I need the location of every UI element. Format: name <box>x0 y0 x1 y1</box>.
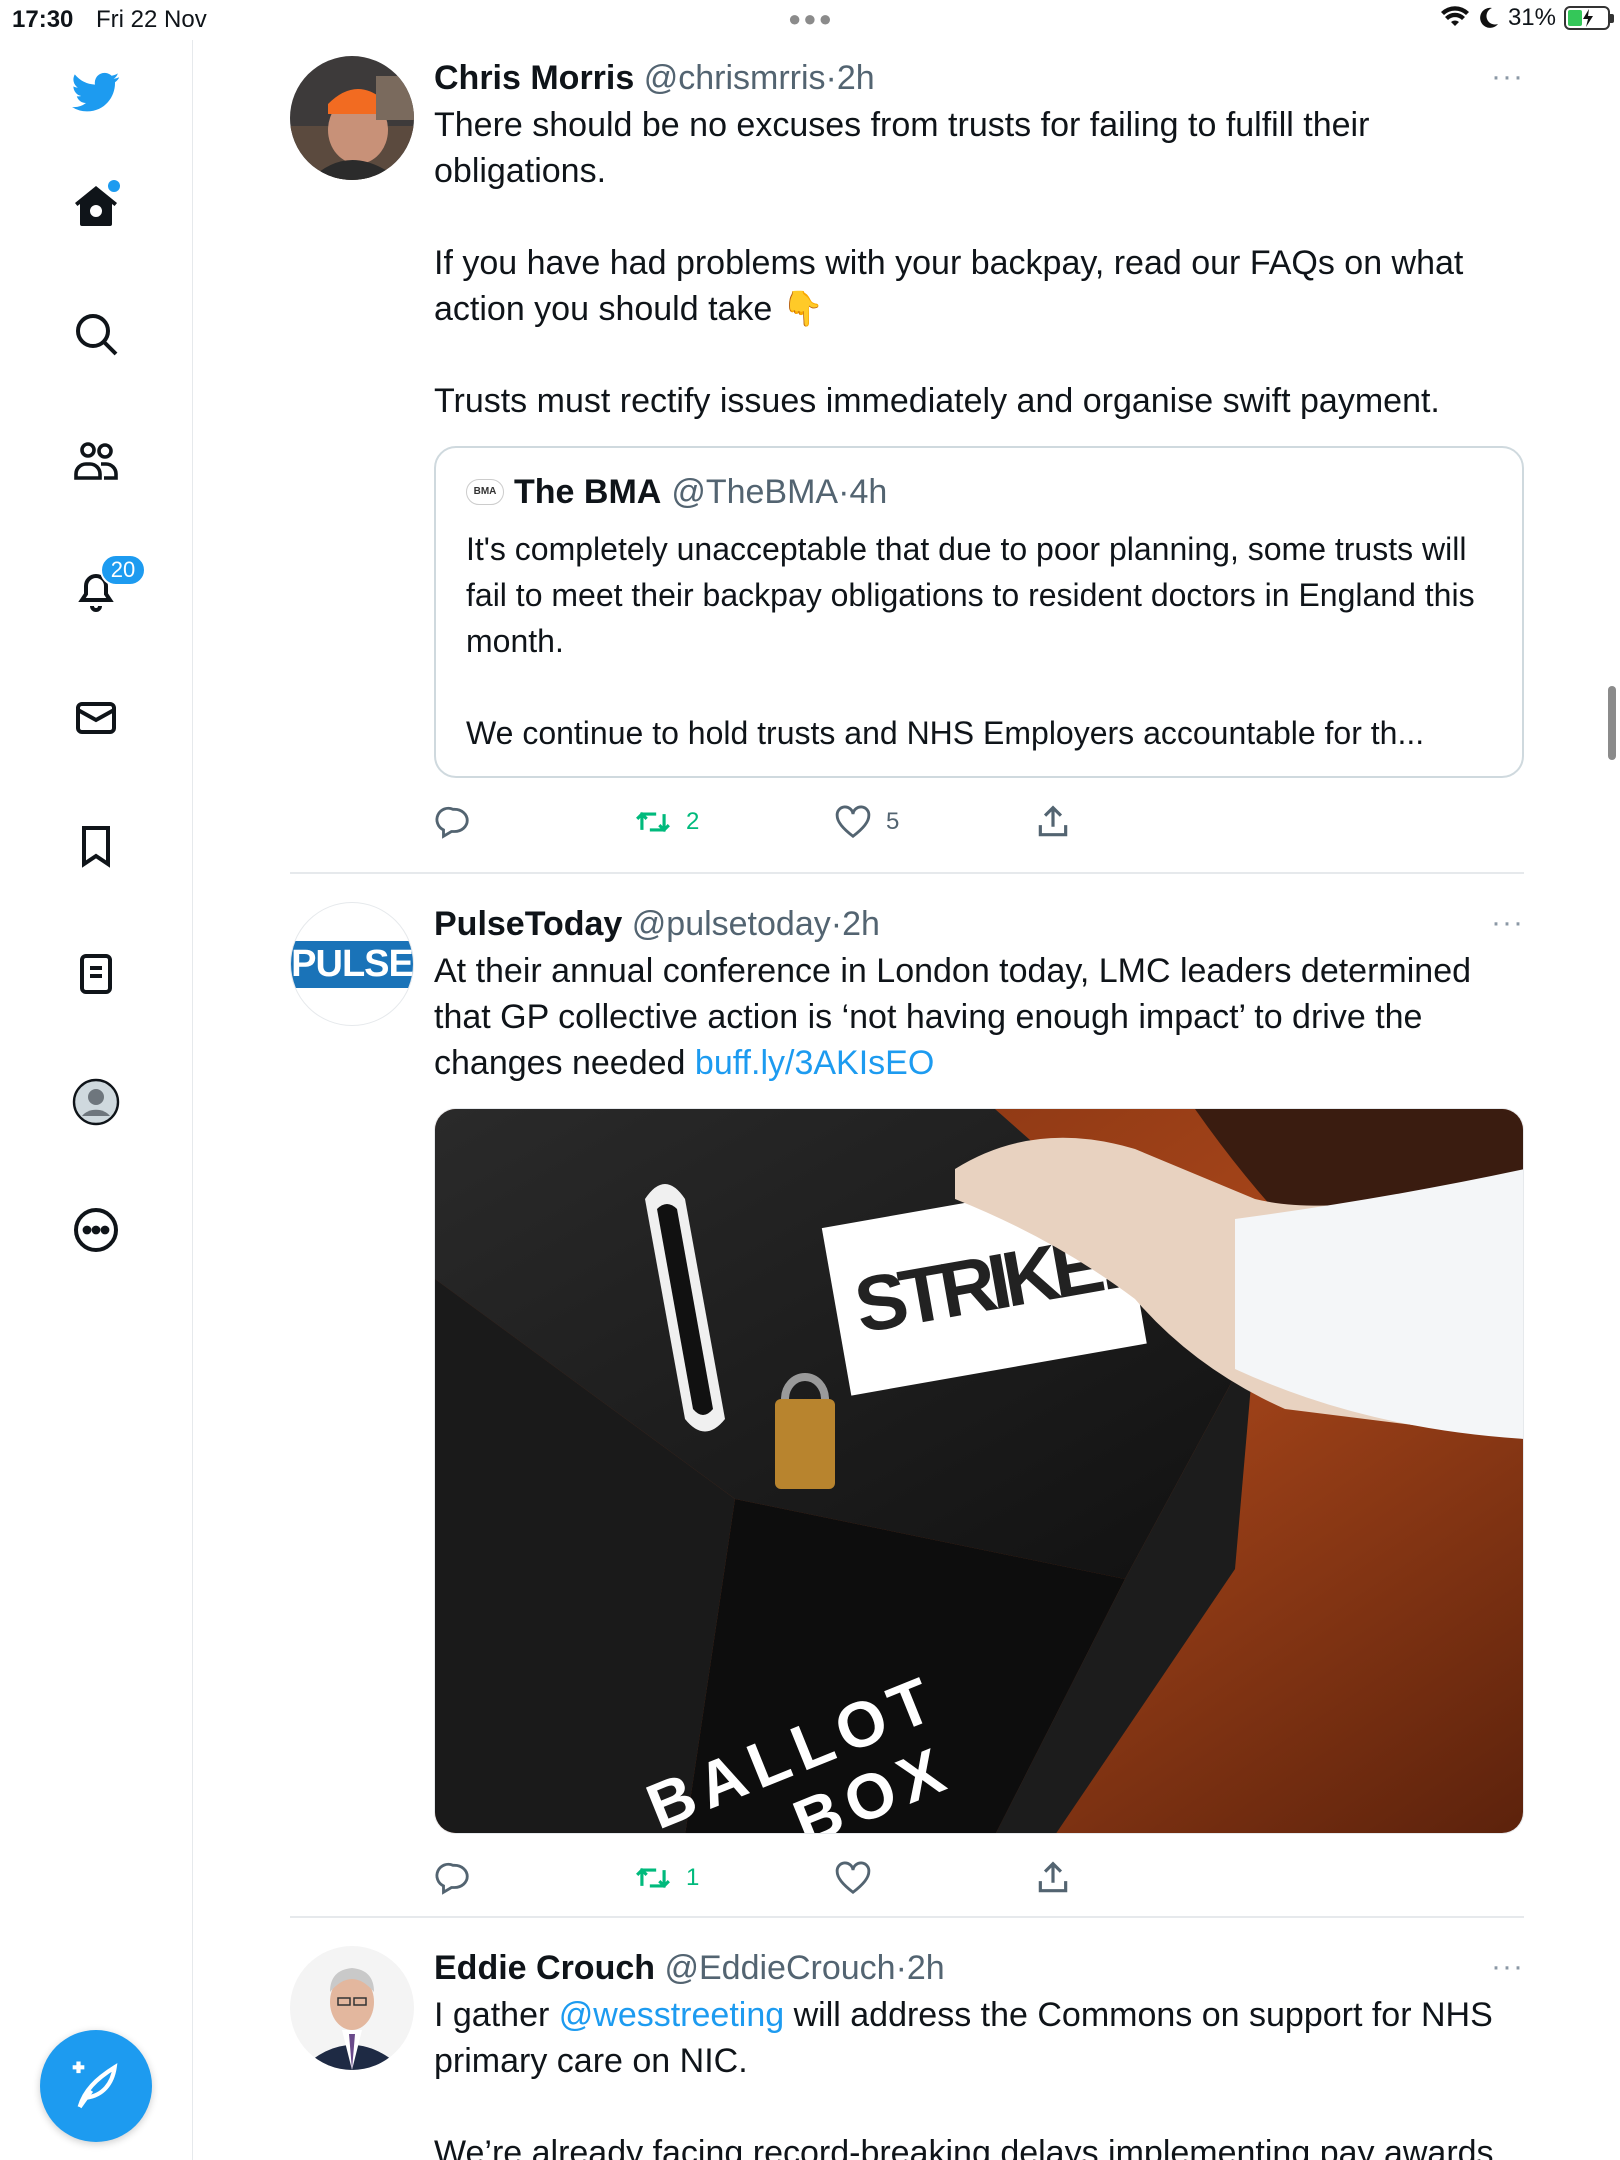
avatar[interactable] <box>290 56 414 180</box>
home-icon[interactable] <box>60 170 132 242</box>
quoted-tweet-time: 4h <box>849 473 888 511</box>
quoted-paragraph: It's completely unacceptable that due to… <box>466 531 1475 659</box>
share-icon <box>1038 805 1068 837</box>
like-button[interactable]: 5 <box>834 792 899 852</box>
retweet-icon <box>636 811 670 833</box>
compose-feather-icon <box>72 2061 118 2109</box>
status-date: Fri 22 Nov <box>96 6 207 33</box>
more-menu-icon[interactable]: ··· <box>1491 906 1524 940</box>
profile-avatar-icon[interactable] <box>60 1066 132 1138</box>
mention-link[interactable]: @wesstreeting <box>559 1996 784 2034</box>
tweet-text: I gather @wesstreeting will address the … <box>434 1992 1524 2160</box>
author-handle[interactable]: @pulsetoday <box>632 905 831 943</box>
tweet-paragraph: Trusts must rectify issues immediately a… <box>434 382 1440 420</box>
dot-separator: · <box>838 473 850 511</box>
author-handle[interactable]: @EddieCrouch <box>664 1949 895 1987</box>
tweet-image[interactable]: STRIKE! BALLOT BOX <box>434 1108 1524 1834</box>
tweet-paragraph: If you have had problems with your backp… <box>434 244 1464 328</box>
avatar[interactable] <box>290 1946 414 2070</box>
author-name[interactable]: PulseToday <box>434 905 622 943</box>
tweet-text: At their annual conference in London tod… <box>434 948 1524 1086</box>
more-options-icon[interactable] <box>60 1194 132 1266</box>
tweet-paragraph: There should be no excuses from trusts f… <box>434 106 1370 190</box>
reply-icon <box>435 806 469 839</box>
tweet-text-body: At their annual conference in London tod… <box>434 952 1472 1082</box>
messages-envelope-icon[interactable] <box>60 682 132 754</box>
wifi-icon <box>1440 6 1469 26</box>
battery-percent: 31% <box>1507 4 1556 31</box>
like-count: 5 <box>886 808 900 835</box>
retweet-icon <box>636 1867 670 1889</box>
author-name[interactable]: Chris Morris <box>434 59 634 97</box>
author-handle[interactable]: @chrismrris <box>644 59 826 97</box>
quoted-author-name: The BMA <box>514 473 662 511</box>
status-time: 17:30 <box>12 6 74 33</box>
tweet-divider <box>290 872 1524 874</box>
status-bar: 17:30 Fri 22 Nov ●●● 31% <box>0 0 1620 40</box>
like-button[interactable] <box>834 1848 886 1908</box>
tweet-actions: 1 <box>434 1848 1524 1908</box>
retweet-button[interactable]: 2 <box>634 792 699 852</box>
more-menu-icon[interactable]: ··· <box>1491 60 1524 94</box>
heart-icon <box>835 1861 871 1895</box>
moon-icon <box>1480 7 1498 28</box>
quoted-author-handle: @TheBMA <box>671 473 839 511</box>
tweet-text: There should be no excuses from trusts f… <box>434 102 1524 424</box>
communities-icon[interactable] <box>60 426 132 498</box>
heart-icon <box>835 805 871 839</box>
scrollbar[interactable] <box>1608 686 1616 760</box>
dot-separator: · <box>830 905 843 943</box>
tweet-actions: 2 5 <box>434 792 1524 852</box>
bookmarks-icon[interactable] <box>60 810 132 882</box>
tweet-link[interactable]: buff.ly/3AKIsEO <box>695 1044 934 1082</box>
twitter-logo-icon[interactable] <box>60 56 132 128</box>
author-name[interactable]: Eddie Crouch <box>434 1949 655 1987</box>
battery-icon <box>1564 6 1614 30</box>
bma-logo-icon: BMA <box>466 479 504 505</box>
reply-icon <box>435 1862 469 1895</box>
tweet-paragraph: We’re already facing record-breaking del… <box>434 2134 1504 2160</box>
notifications-badge: 20 <box>100 554 146 586</box>
reply-button[interactable] <box>434 792 472 852</box>
avatar[interactable]: PULSE <box>290 902 414 1026</box>
lists-icon[interactable] <box>60 938 132 1010</box>
pulse-logo: PULSE <box>291 940 413 988</box>
share-button[interactable] <box>1034 792 1072 852</box>
notifications-bell-icon[interactable]: 20 <box>60 554 146 626</box>
compose-tweet-button[interactable] <box>40 2030 152 2142</box>
search-icon[interactable] <box>60 298 132 370</box>
multitasking-dots-icon[interactable]: ●●● <box>788 6 834 32</box>
tweet-time[interactable]: 2h <box>837 59 875 97</box>
share-button[interactable] <box>1034 1848 1072 1908</box>
tweet-time[interactable]: 2h <box>907 1949 945 1987</box>
retweet-count: 2 <box>686 808 700 835</box>
home-new-dot <box>108 180 120 192</box>
more-menu-icon[interactable]: ··· <box>1491 1950 1524 1984</box>
reply-button[interactable] <box>434 1848 472 1908</box>
retweet-button[interactable]: 1 <box>634 1848 699 1908</box>
dot-separator: · <box>895 1949 907 1987</box>
quoted-paragraph: We continue to hold trusts and NHS Emplo… <box>466 715 1425 751</box>
sidebar: 20 <box>0 40 193 2160</box>
dot-separator: · <box>825 59 837 97</box>
tweet-time[interactable]: 2h <box>842 905 880 943</box>
share-icon <box>1038 1861 1068 1893</box>
tweet-text-body: I gather <box>434 1996 559 2034</box>
retweet-count: 1 <box>686 1864 700 1891</box>
quoted-tweet[interactable]: BMA The BMA @TheBMA·4h It's completely u… <box>434 446 1524 778</box>
tweet-divider <box>290 1916 1524 1918</box>
